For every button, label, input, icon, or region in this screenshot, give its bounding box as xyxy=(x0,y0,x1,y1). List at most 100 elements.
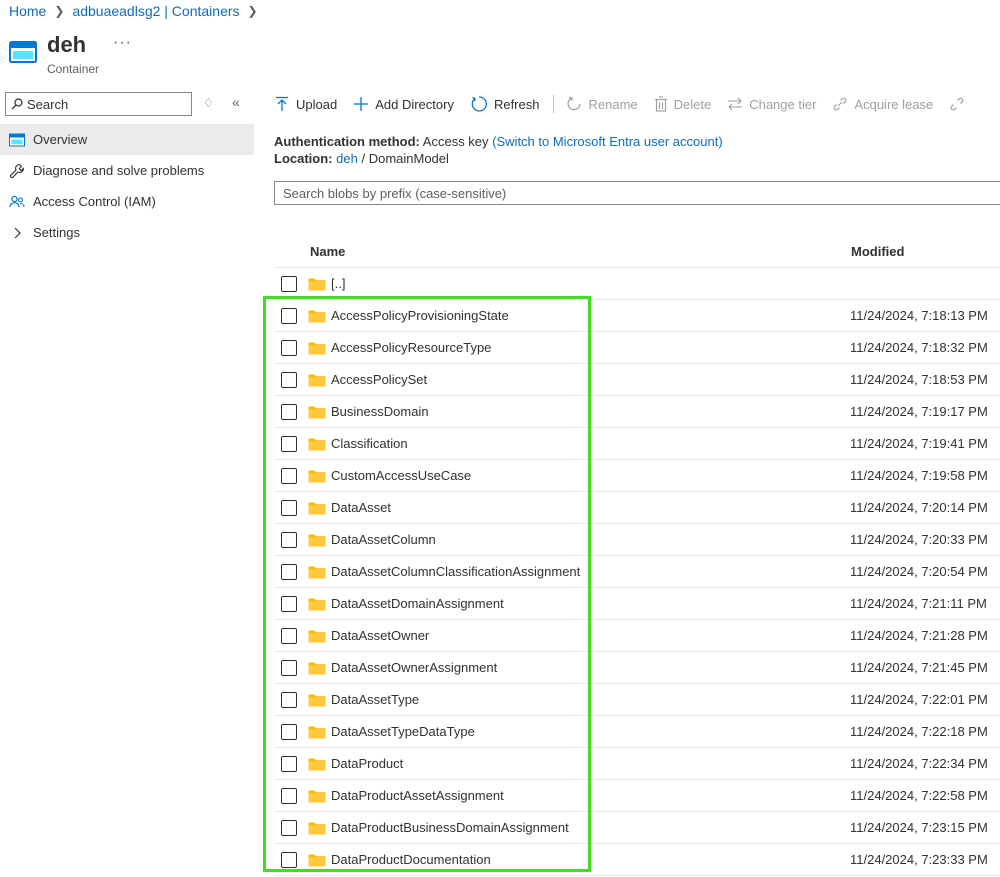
sidebar-item-label: Overview xyxy=(33,132,88,147)
table-row[interactable]: DataProductAssetAssignment 11/24/2024, 7:… xyxy=(274,780,1000,812)
table-row[interactable]: [..] xyxy=(274,268,1000,300)
change-tier-button[interactable]: Change tier xyxy=(727,96,816,112)
location-label: Location: xyxy=(274,151,333,166)
row-checkbox[interactable] xyxy=(281,467,297,484)
row-name-link[interactable]: AccessPolicyProvisioningState xyxy=(331,308,850,323)
table-row[interactable]: DataAssetTypeDataType 11/24/2024, 7:22:18… xyxy=(274,716,1000,748)
sidebar-nav: Overview Diagnose and solve problems Acc… xyxy=(0,124,254,248)
expand-collapse-icon[interactable]: ♢ xyxy=(203,96,214,110)
row-name-link[interactable]: [..] xyxy=(331,276,850,291)
breadcrumb-account-link[interactable]: adbuaeadlsg2 | Containers xyxy=(72,3,239,19)
folder-icon xyxy=(308,533,326,547)
row-checkbox[interactable] xyxy=(281,499,297,516)
table-row[interactable]: DataAssetOwnerAssignment 11/24/2024, 7:21… xyxy=(274,652,1000,684)
table-row[interactable]: DataAssetDomainAssignment 11/24/2024, 7:2… xyxy=(274,588,1000,620)
upload-label: Upload xyxy=(296,96,338,112)
breadcrumb-home-link[interactable]: Home xyxy=(9,3,46,19)
row-name-link[interactable]: DataAssetTypeDataType xyxy=(331,724,850,739)
table-row[interactable]: DataAssetOwner 11/24/2024, 7:21:28 PM xyxy=(274,620,1000,652)
row-name-link[interactable]: AccessPolicySet xyxy=(331,372,850,387)
row-modified: 11/24/2024, 7:23:15 PM xyxy=(850,820,988,835)
table-row[interactable]: AccessPolicyProvisioningState 11/24/2024,… xyxy=(274,300,1000,332)
row-name-link[interactable]: CustomAccessUseCase xyxy=(331,468,850,483)
row-checkbox[interactable] xyxy=(281,787,297,804)
row-checkbox[interactable] xyxy=(281,755,297,772)
command-bar: Upload Add Directory Refresh Rename Dele… xyxy=(274,90,987,118)
break-lease-button[interactable] xyxy=(949,96,971,112)
column-header-name[interactable]: Name xyxy=(310,244,851,259)
add-directory-button[interactable]: Add Directory xyxy=(353,96,454,112)
row-checkbox[interactable] xyxy=(281,339,297,356)
row-checkbox[interactable] xyxy=(281,723,297,740)
row-name-link[interactable]: DataProductAssetAssignment xyxy=(331,788,850,803)
rename-button[interactable]: Rename xyxy=(566,96,638,112)
column-header-modified[interactable]: Modified xyxy=(851,244,904,259)
row-checkbox[interactable] xyxy=(281,595,297,612)
sidebar-item-diagnose[interactable]: Diagnose and solve problems xyxy=(0,155,254,186)
table-row[interactable]: AccessPolicySet 11/24/2024, 7:18:53 PM xyxy=(274,364,1000,396)
row-checkbox[interactable] xyxy=(281,691,297,708)
row-name-link[interactable]: Classification xyxy=(331,436,850,451)
people-icon xyxy=(9,194,25,210)
sidebar-search-input[interactable]: Search xyxy=(5,92,192,116)
row-name-link[interactable]: AccessPolicyResourceType xyxy=(331,340,850,355)
table-row[interactable]: DataAssetColumn 11/24/2024, 7:20:33 PM xyxy=(274,524,1000,556)
upload-button[interactable]: Upload xyxy=(274,96,337,112)
table-row[interactable]: DataProductBusinessDomainAssignment 11/24… xyxy=(274,812,1000,844)
sidebar-item-overview[interactable]: Overview xyxy=(0,124,254,155)
row-checkbox[interactable] xyxy=(281,851,297,868)
table-row[interactable]: DataAsset 11/24/2024, 7:20:14 PM xyxy=(274,492,1000,524)
row-checkbox[interactable] xyxy=(281,659,297,676)
delete-button[interactable]: Delete xyxy=(654,96,711,112)
folder-icon xyxy=(308,629,326,643)
table-row[interactable]: DataAssetType 11/24/2024, 7:22:01 PM xyxy=(274,684,1000,716)
table-row[interactable]: DataProduct 11/24/2024, 7:22:34 PM xyxy=(274,748,1000,780)
switch-auth-link[interactable]: (Switch to Microsoft Entra user account) xyxy=(492,134,722,149)
acquire-lease-button[interactable]: Acquire lease xyxy=(832,96,933,112)
location-container-link[interactable]: deh xyxy=(336,151,358,166)
row-name-link[interactable]: DataAssetType xyxy=(331,692,850,707)
row-name-link[interactable]: DataProductBusinessDomainAssignment xyxy=(331,820,850,835)
folder-icon xyxy=(308,437,326,451)
table-row[interactable]: DataAssetColumnClassificationAssignment 1… xyxy=(274,556,1000,588)
table-row[interactable]: Classification 11/24/2024, 7:19:41 PM xyxy=(274,428,1000,460)
row-name-link[interactable]: BusinessDomain xyxy=(331,404,850,419)
row-name-link[interactable]: DataProductDocumentation xyxy=(331,852,850,867)
folder-icon xyxy=(308,853,326,867)
row-checkbox[interactable] xyxy=(281,403,297,420)
collapse-sidebar-icon[interactable]: « xyxy=(232,94,240,110)
row-name-link[interactable]: DataProduct xyxy=(331,756,850,771)
row-checkbox[interactable] xyxy=(281,435,297,452)
row-name-link[interactable]: DataAssetDomainAssignment xyxy=(331,596,850,611)
row-checkbox[interactable] xyxy=(281,627,297,644)
table-row[interactable]: AccessPolicyResourceType 11/24/2024, 7:18… xyxy=(274,332,1000,364)
row-name-link[interactable]: DataAssetColumn xyxy=(331,532,850,547)
row-checkbox[interactable] xyxy=(281,819,297,836)
table-row[interactable]: BusinessDomain 11/24/2024, 7:19:17 PM xyxy=(274,396,1000,428)
sidebar-item-settings[interactable]: Settings xyxy=(0,217,254,248)
chevron-right-icon xyxy=(9,227,25,239)
row-checkbox[interactable] xyxy=(281,531,297,548)
more-options-icon[interactable]: ··· xyxy=(113,34,132,52)
sidebar-item-label: Access Control (IAM) xyxy=(33,194,156,209)
row-name-link[interactable]: DataAssetColumnClassificationAssignment xyxy=(331,564,850,579)
row-name-link[interactable]: DataAsset xyxy=(331,500,850,515)
table-row[interactable]: CustomAccessUseCase 11/24/2024, 7:19:58 P… xyxy=(274,460,1000,492)
folder-icon xyxy=(308,501,326,515)
row-checkbox[interactable] xyxy=(281,563,297,580)
blob-list-table: Name Modified [..] AccessPolicyProvisioni… xyxy=(274,235,1000,876)
row-checkbox[interactable] xyxy=(281,307,297,324)
row-checkbox[interactable] xyxy=(281,371,297,388)
folder-icon xyxy=(308,693,326,707)
row-name-link[interactable]: DataAssetOwnerAssignment xyxy=(331,660,850,675)
row-checkbox[interactable] xyxy=(281,275,297,292)
auth-method-value: Access key xyxy=(422,134,489,149)
location-path: DomainModel xyxy=(368,151,449,166)
blob-prefix-search-input[interactable]: Search blobs by prefix (case-sensitive) xyxy=(274,181,1000,205)
location-line: Location: deh / DomainModel xyxy=(274,150,723,167)
sidebar-item-access-control[interactable]: Access Control (IAM) xyxy=(0,186,254,217)
auth-method-line: Authentication method: Access key (Switc… xyxy=(274,133,723,150)
refresh-button[interactable]: Refresh xyxy=(470,95,539,113)
table-row[interactable]: DataProductDocumentation 11/24/2024, 7:23… xyxy=(274,844,1000,876)
row-name-link[interactable]: DataAssetOwner xyxy=(331,628,850,643)
